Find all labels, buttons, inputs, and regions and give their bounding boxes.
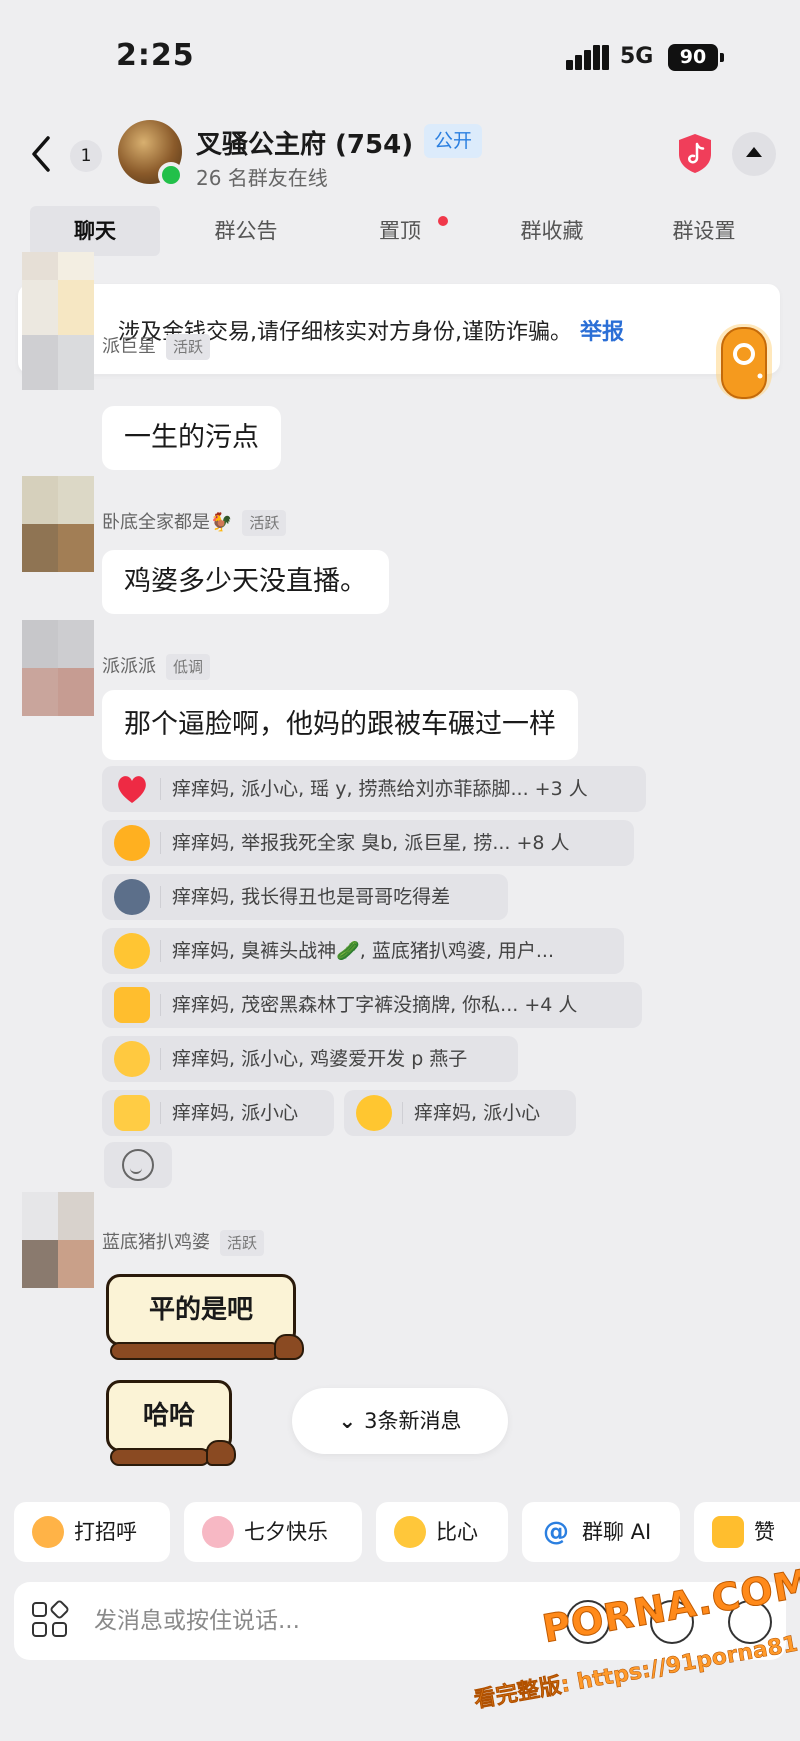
message-sender[interactable]: 派巨星 活跃 (102, 332, 211, 360)
reaction-users: 痒痒妈, 派小心, 鸡婆爱开发 p 燕子 (172, 1048, 468, 1070)
reaction-row[interactable]: 痒痒妈, 派小心 (102, 1090, 334, 1136)
network-type: 5G (620, 44, 654, 69)
chevron-down-double-icon: ⌄ (338, 1409, 357, 1433)
dizzy-face-emoji-icon (356, 1095, 392, 1131)
quick-reply-ai[interactable]: @ 群聊 AI (522, 1502, 680, 1562)
new-dot-indicator (438, 216, 448, 226)
status-time: 2:25 (116, 38, 195, 73)
tab-pinned-label: 置顶 (379, 219, 421, 243)
quick-reply-bar: 打招呼 七夕快乐 比心 @ 群聊 AI 赞 (0, 1502, 800, 1566)
message-bubble[interactable]: 一生的污点 (102, 406, 281, 470)
signal-icon (566, 44, 610, 70)
dachshund-body (110, 1448, 210, 1466)
pleading-face-emoji-icon (114, 1041, 150, 1077)
quick-reply-greet[interactable]: 打招呼 (14, 1502, 170, 1562)
tab-chat[interactable]: 聊天 (30, 206, 160, 256)
avatar[interactable] (22, 280, 94, 390)
new-messages-button[interactable]: ⌄ 3条新消息 (292, 1388, 508, 1454)
heart-emoji-icon (118, 776, 146, 803)
add-reaction-button[interactable] (104, 1142, 172, 1188)
shield-icon[interactable] (676, 132, 714, 174)
reaction-row[interactable]: 痒痒妈, 派小心, 瑶 y, 捞燕给刘亦菲舔脚... +3 人 (102, 766, 646, 812)
message-sender[interactable]: 蓝底猪扒鸡婆 活跃 (102, 1228, 265, 1256)
message-bubble[interactable]: 那个逼脸啊，他妈的跟被车碾过一样 (102, 690, 578, 760)
avatar[interactable] (22, 620, 94, 716)
chevron-left-icon (32, 136, 50, 172)
message-sender[interactable]: 卧底全家都是🐓 活跃 (102, 508, 287, 536)
quick-reply-label: 打招呼 (74, 1520, 137, 1544)
quick-reply-qixi[interactable]: 七夕快乐 (184, 1502, 362, 1562)
reaction-row[interactable]: 痒痒妈, 我长得丑也是哥哥吃得差 (102, 874, 508, 920)
reaction-users: 痒痒妈, 派小心, 瑶 y, 捞燕给刘亦菲舔脚... +3 人 (172, 778, 588, 800)
dachshund-head (206, 1440, 236, 1466)
avatar[interactable] (22, 476, 94, 572)
member-tag: 低调 (166, 654, 211, 680)
tab-settings[interactable]: 群设置 (644, 206, 764, 256)
message-list[interactable]: 涉及金钱交易,请仔细核实对方身份,谨防诈骗。 举报 派巨星 活跃 一生的污点 卧底全… (0, 252, 800, 1492)
dachshund-head (274, 1334, 304, 1360)
quick-reply-label: 七夕快乐 (244, 1520, 328, 1544)
at-sign-icon: @ (543, 1517, 569, 1547)
reaction-users: 痒痒妈, 派小心 (414, 1102, 541, 1124)
avatar[interactable] (22, 1192, 94, 1288)
apps-grid-icon[interactable] (32, 1598, 71, 1640)
scam-warning-banner: 涉及金钱交易,请仔细核实对方身份,谨防诈骗。 举报 (18, 284, 780, 374)
tab-favorites[interactable]: 群收藏 (492, 206, 612, 256)
reaction-row[interactable]: 痒痒妈, 茂密黑森林丁字裤没摘牌, 你私... +4 人 (102, 982, 642, 1028)
duck-heart-icon (394, 1516, 426, 1548)
quick-reply-like[interactable]: 赞 (694, 1502, 800, 1562)
member-tag: 活跃 (166, 334, 211, 360)
tab-pinned[interactable]: 置顶 (362, 206, 448, 256)
reaction-users: 痒痒妈, 举报我死全家 臭b, 派巨星, 捞... +8 人 (172, 832, 570, 854)
reaction-row[interactable]: 痒痒妈, 派小心, 鸡婆爱开发 p 燕子 (102, 1036, 518, 1082)
reaction-users: 痒痒妈, 臭裤头战神🥒, 蓝底猪扒鸡婆, 用户... (172, 940, 555, 962)
status-bar: 2:25 5G 90 (0, 0, 800, 110)
reaction-row[interactable]: 痒痒妈, 派小心 (344, 1090, 576, 1136)
group-name[interactable]: 叉骚公主府 (754) (196, 124, 413, 161)
clapping-hands-emoji-icon (114, 1095, 150, 1131)
battery-icon: 90 (668, 44, 718, 71)
chat-header: 1 叉骚公主府 (754) 公开 26 名群友在线 (0, 110, 800, 200)
new-messages-label: 3条新消息 (364, 1409, 462, 1433)
reaction-users: 痒痒妈, 我长得丑也是哥哥吃得差 (172, 886, 451, 908)
online-member-count: 26 名群友在线 (196, 166, 328, 190)
sticker-text: 平的是吧 (106, 1274, 296, 1346)
message-bubble[interactable]: 鸡婆多少天没直播。 (102, 550, 389, 614)
back-button[interactable] (24, 132, 60, 176)
collapse-header-button[interactable] (732, 132, 776, 176)
message-sender[interactable]: 派派派 低调 (102, 652, 211, 680)
hands-heart-icon (202, 1516, 234, 1548)
dachshund-body (110, 1342, 280, 1360)
thumbs-up-icon (712, 1516, 744, 1548)
tab-announcements[interactable]: 群公告 (186, 206, 306, 256)
tab-bar: 聊天 群公告 置顶 群收藏 群设置 (0, 206, 800, 258)
reaction-users: 痒痒妈, 茂密黑森林丁字裤没摘牌, 你私... +4 人 (172, 994, 578, 1016)
public-badge: 公开 (424, 124, 483, 158)
quick-reply-label: 赞 (754, 1520, 775, 1544)
online-indicator (158, 162, 184, 188)
husky-emoji-icon (114, 879, 150, 915)
door-icon[interactable] (712, 320, 776, 404)
reaction-row[interactable]: 痒痒妈, 臭裤头战神🥒, 蓝底猪扒鸡婆, 用户... (102, 928, 624, 974)
thumbs-up-emoji-icon (114, 987, 150, 1023)
report-link[interactable]: 举报 (580, 320, 624, 345)
battery-nub (720, 53, 724, 62)
reaction-row[interactable]: 痒痒妈, 举报我死全家 臭b, 派巨星, 捞... +8 人 (102, 820, 634, 866)
quick-reply-label: 比心 (436, 1520, 478, 1544)
angry-face-emoji-icon (114, 825, 150, 861)
unread-count-badge[interactable]: 1 (70, 140, 102, 172)
member-tag: 活跃 (220, 1230, 265, 1256)
crying-laugh-emoji-icon (114, 933, 150, 969)
quick-reply-heart[interactable]: 比心 (376, 1502, 508, 1562)
reaction-users: 痒痒妈, 派小心 (172, 1102, 299, 1124)
quick-reply-label: 群聊 AI (582, 1520, 652, 1544)
member-tag: 活跃 (242, 510, 287, 536)
wave-face-icon (32, 1516, 64, 1548)
